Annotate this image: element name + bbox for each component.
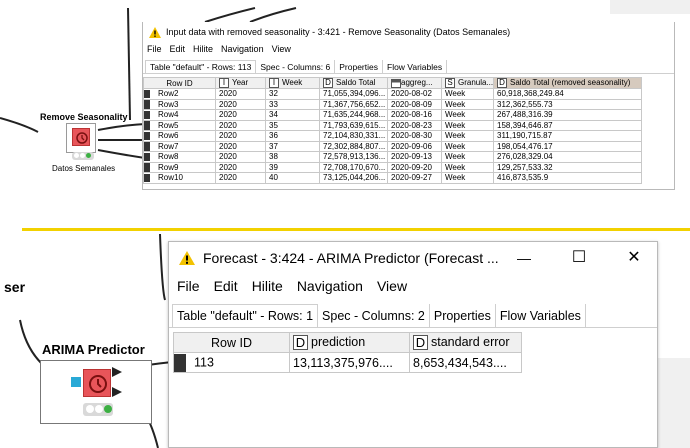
column-header[interactable]: Row ID xyxy=(173,332,290,353)
tab-1[interactable]: Spec - Columns: 2 xyxy=(318,304,430,327)
node-title-arima-predictor: ARIMA Predictor xyxy=(42,342,145,357)
forecast-window-title: Forecast - 3:424 - ARIMA Predictor (Fore… xyxy=(203,250,499,266)
menu-item-hilite[interactable]: Hilite xyxy=(252,278,283,298)
tab-0[interactable]: Table "default" - Rows: 1 xyxy=(172,304,319,327)
forecast-window-menubar: File Edit Hilite Navigation View xyxy=(169,278,657,298)
arima-predictor-icon xyxy=(83,369,111,397)
menu-item-navigation[interactable]: Navigation xyxy=(297,278,363,298)
side-node-label: ser xyxy=(4,279,26,295)
maximize-button[interactable]: ☐ xyxy=(564,246,594,270)
column-header-label: standard error xyxy=(431,334,510,349)
cell-value: 113 xyxy=(194,354,214,369)
table-header-row: Row ID Dprediction Dstandard error xyxy=(173,332,522,353)
forecast-data-table: Row ID Dprediction Dstandard error 113 13,11… xyxy=(173,332,522,373)
table-cell: 13,113,375,976.... xyxy=(289,352,410,373)
warning-icon xyxy=(179,251,195,265)
menu-item-edit[interactable]: Edit xyxy=(214,278,238,298)
menu-item-file[interactable]: File xyxy=(177,278,200,298)
arima-status-lights xyxy=(83,403,113,416)
bottom-bg-panel xyxy=(658,358,690,448)
menu-item-view[interactable]: View xyxy=(377,278,407,298)
forecast-window: Forecast - 3:424 - ARIMA Predictor (Fore… xyxy=(168,241,658,448)
arima-input-port[interactable] xyxy=(71,377,81,387)
column-header[interactable]: Dstandard error xyxy=(409,332,522,353)
tab-2[interactable]: Properties xyxy=(430,304,496,327)
column-header-label: Row ID xyxy=(211,335,252,350)
arima-output-port-1[interactable] xyxy=(112,367,122,377)
cell-value: 13,113,375,976.... xyxy=(293,355,393,370)
column-header[interactable]: Dprediction xyxy=(289,332,410,353)
table-cell: 8,653,434,543.... xyxy=(409,352,522,373)
close-button[interactable]: ✕ xyxy=(619,246,649,270)
column-type-d-icon: D xyxy=(293,335,308,351)
arima-predictor-node[interactable] xyxy=(40,360,152,424)
row-id-cell: 113 xyxy=(173,352,290,373)
screenshot-canvas: { "top": { "node": {"title": "Remove Sea… xyxy=(0,0,690,448)
table-row[interactable]: 113 13,113,375,976.... 8,653,434,543.... xyxy=(173,352,522,373)
row-marker xyxy=(174,353,186,372)
arima-output-port-2[interactable] xyxy=(112,387,122,397)
column-header-label: prediction xyxy=(311,334,366,349)
tab-3[interactable]: Flow Variables xyxy=(496,304,586,327)
minimize-button[interactable]: — xyxy=(509,246,539,270)
forecast-window-tabbar: Table "default" - Rows: 1 Spec - Columns:… xyxy=(169,304,657,328)
column-type-d-icon: D xyxy=(413,335,428,351)
cell-value: 8,653,434,543.... xyxy=(413,355,507,370)
